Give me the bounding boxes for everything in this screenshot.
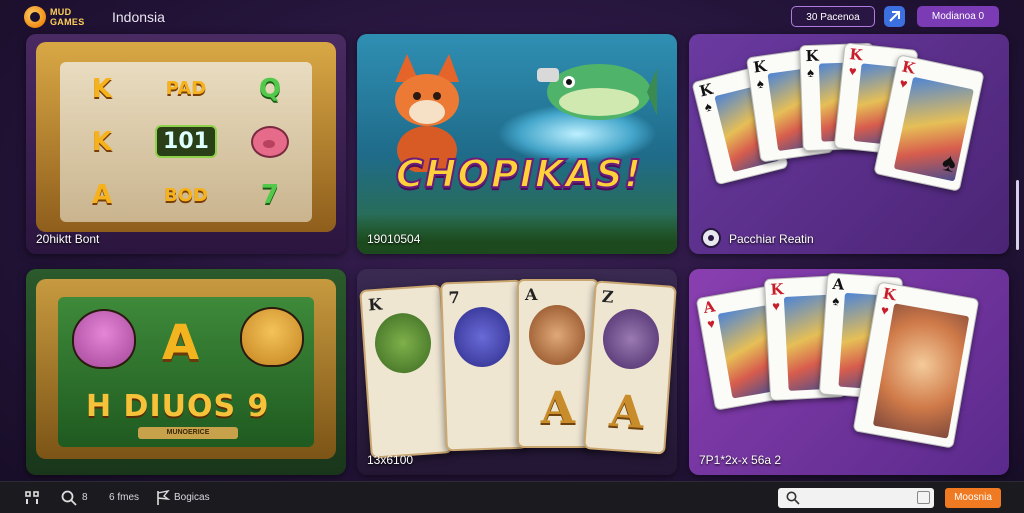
slot-frame: A H DIUOS 9 MUNOERICE <box>36 279 336 459</box>
explorer-icon <box>529 305 585 365</box>
header-outline-button[interactable]: 30 Pacenoa <box>791 6 875 27</box>
reel-symbol-badge: 101 <box>144 115 228 168</box>
yellow-critter-icon <box>240 307 304 367</box>
reel-symbol: BOD <box>164 184 208 206</box>
creature-icon <box>452 306 512 369</box>
bonus-title: H DIUOS 9 <box>86 389 270 424</box>
spade-icon: ♠ <box>806 64 815 81</box>
bottom-toolbar: 8 6 fmes Bogicas Moosnia <box>0 481 1024 513</box>
card-rank: A <box>831 274 845 294</box>
pig-icon <box>251 125 289 158</box>
reel-symbol: 101 <box>155 125 217 159</box>
brand-logo[interactable]: MUD GAMES <box>24 4 94 30</box>
fish-character-icon <box>537 64 657 120</box>
spade-icon: ♠ <box>702 98 714 115</box>
search-label[interactable]: 8 <box>82 492 88 503</box>
reel-symbol-a: A <box>162 315 200 371</box>
heart-icon: ♥ <box>771 298 781 314</box>
gorilla-icon <box>600 307 662 371</box>
card-letter: A <box>608 385 646 440</box>
game-tile-cards[interactable]: K ♠ K ♠ K ♠ K ♥ K ♥ ♠ Pacchiar Reatin <box>689 34 1009 254</box>
logo-mark-icon <box>24 6 46 28</box>
search-icon[interactable] <box>61 490 77 506</box>
tile-caption: 19010504 <box>367 232 421 246</box>
tile-caption: Pacchiar Reatin <box>729 232 814 246</box>
tile-caption: 7P1*2x-x 56a 2 <box>699 453 782 467</box>
slot-reels: A H DIUOS 9 MUNOERICE <box>58 297 314 447</box>
slot-reels: K PAD Q K 101 A BOD 7 <box>60 62 312 222</box>
scrollbar-thumb[interactable] <box>1016 180 1019 250</box>
card-rank: K <box>752 56 768 77</box>
card-rank: Z <box>601 286 615 307</box>
slot-frame: K PAD Q K 101 A BOD 7 <box>36 42 336 232</box>
logo-text: MUD GAMES <box>50 7 85 27</box>
card-rank: K <box>881 284 898 305</box>
tile-caption: 20hiktt Bont <box>36 232 100 246</box>
card-rank: K <box>848 45 864 65</box>
bonus-link[interactable]: Bogicas <box>174 492 210 503</box>
cta-button[interactable]: Moosnia <box>945 488 1001 508</box>
purple-critter-icon <box>72 309 136 369</box>
card-rank: K <box>367 294 383 315</box>
character-card: Z A <box>583 280 677 455</box>
bonus-subtitle: MUNOERICE <box>138 427 238 439</box>
games-link[interactable]: 6 fmes <box>109 492 139 503</box>
card-rank: K <box>697 79 715 101</box>
flag-icon[interactable] <box>155 490 171 506</box>
card-rank: 7 <box>448 287 461 308</box>
provider-logo-icon <box>701 228 721 248</box>
spade-icon: ♠ <box>831 292 840 309</box>
card-rank: K <box>769 280 784 299</box>
tile-caption: 13x6100 <box>367 453 414 467</box>
card-rank: K <box>805 46 819 66</box>
card-rank: K <box>900 57 917 78</box>
spade-icon: ♠ <box>755 75 765 92</box>
heart-icon: ♥ <box>898 75 909 92</box>
card-rank: A <box>525 285 538 304</box>
app-icon <box>889 11 900 22</box>
game-title: CHOPIKAS! <box>395 151 643 197</box>
heart-icon: ♥ <box>879 302 890 319</box>
card-rank: A <box>701 297 717 318</box>
heart-icon: ♥ <box>706 315 717 332</box>
header-filled-button[interactable]: Modianoa 0 <box>917 6 999 27</box>
character-card: 7 <box>440 279 528 452</box>
game-tile-fox[interactable]: CHOPIKAS! 19010504 <box>357 34 677 254</box>
search-icon <box>786 491 800 505</box>
game-tile-slot[interactable]: K PAD Q K 101 A BOD 7 20hiktt Bont <box>26 34 346 254</box>
reel-symbol-pig <box>228 115 312 168</box>
game-tile-queen[interactable]: A ♥ K ♥ A ♠ K ♥ 7P1*2x-x 56a 2 <box>689 269 1009 475</box>
reel-symbol: A <box>91 180 113 211</box>
game-tile-bonus[interactable]: A H DIUOS 9 MUNOERICE <box>26 269 346 475</box>
reel-symbol: Q <box>258 73 282 104</box>
character-card: K <box>359 284 453 459</box>
game-tile-characters[interactable]: K 7 A A Z A 13x6100 <box>357 269 677 475</box>
search-input[interactable] <box>778 488 934 508</box>
reel-symbol: 7 <box>260 180 280 211</box>
reel-symbol: K <box>91 73 113 104</box>
region-label[interactable]: Indonsia <box>112 9 165 25</box>
reel-symbol: PAD <box>165 78 207 100</box>
top-header: MUD GAMES Indonsia 30 Pacenoa Modianoa 0 <box>0 0 1024 34</box>
clear-icon[interactable] <box>917 491 930 504</box>
header-app-button[interactable] <box>884 6 905 27</box>
heart-icon: ♥ <box>848 63 858 79</box>
reel-symbol: K <box>91 126 113 157</box>
goblin-icon <box>372 311 434 376</box>
grid-icon[interactable] <box>25 490 41 506</box>
